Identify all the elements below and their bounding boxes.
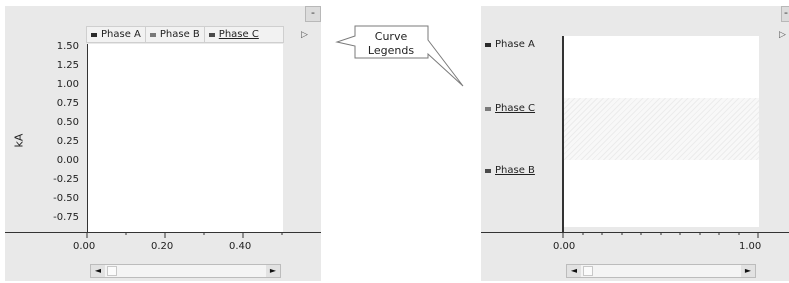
legend-item-phase-c[interactable]: Phase C — [205, 27, 263, 42]
scroll-thumb[interactable] — [583, 266, 593, 276]
legend-swatch-icon — [485, 43, 491, 47]
scroll-thumb[interactable] — [107, 266, 117, 276]
right-panel-topbar: - — [481, 6, 789, 22]
legend-swatch-icon — [149, 32, 156, 37]
y-axis-line — [87, 44, 88, 232]
legend-item-phase-b[interactable]: Phase B — [146, 27, 205, 42]
legend-swatch-icon — [485, 107, 491, 111]
scroll-right-icon[interactable]: ► — [266, 265, 280, 277]
y-tick-label: 0.50 — [56, 117, 79, 128]
curve-legend-column: Phase A Phase C Phase B — [481, 36, 561, 233]
y-tick-label: 1.00 — [56, 79, 79, 90]
callout-line: Curve — [374, 30, 408, 43]
plot-row-phase-c[interactable] — [563, 98, 759, 160]
right-chart-panel: - ▷ Phase A Phase C Phase B 0.00 1.00 ◄ … — [481, 6, 789, 281]
callout-line: Legends — [367, 44, 415, 57]
x-tick-label: 0.20 — [151, 241, 174, 252]
legend-swatch-icon — [485, 169, 491, 173]
legend-row-phase-c[interactable]: Phase C — [481, 103, 561, 114]
scroll-right-icon[interactable]: ► — [741, 265, 755, 277]
x-tick-label: 0.00 — [73, 241, 96, 252]
legend-label: Phase A — [101, 29, 141, 40]
expand-legend-icon[interactable]: ▷ — [301, 30, 308, 40]
legend-label: Phase C — [495, 103, 536, 114]
y-axis-line — [562, 36, 564, 233]
y-tick-label: 1.50 — [56, 41, 79, 52]
plot-row-phase-a[interactable] — [563, 36, 759, 98]
legend-label: Phase A — [495, 39, 535, 50]
x-tick-label: 0.00 — [553, 241, 576, 252]
y-tick-label: 1.25 — [56, 60, 79, 71]
expand-legend-icon[interactable]: ▷ — [779, 30, 786, 40]
scroll-left-icon[interactable]: ◄ — [567, 265, 581, 277]
legend-label: Phase C — [218, 29, 259, 40]
curve-legend: Phase A Phase B Phase C — [86, 26, 284, 43]
legend-swatch-icon — [208, 32, 215, 37]
legend-item-phase-a[interactable]: Phase A — [87, 27, 146, 42]
legend-swatch-icon — [91, 32, 97, 37]
minimize-button[interactable]: - — [305, 6, 321, 22]
x-tick-label: 0.40 — [229, 241, 252, 252]
y-tick-label: 0.25 — [56, 136, 79, 147]
y-axis-label: kA — [12, 133, 26, 148]
y-tick-label: 0.00 — [56, 155, 79, 166]
y-tick-label: 0.75 — [56, 98, 79, 109]
minimize-button[interactable]: - — [781, 6, 789, 22]
y-tick-label: -0.50 — [53, 193, 79, 204]
scroll-left-icon[interactable]: ◄ — [91, 265, 105, 277]
horizontal-scrollbar[interactable]: ◄ ► — [90, 264, 281, 278]
plot-row-phase-b[interactable] — [563, 160, 759, 227]
legend-row-phase-a[interactable]: Phase A — [481, 39, 561, 50]
callout-text: Curve Legends — [356, 30, 426, 58]
y-tick-label: -0.25 — [53, 174, 79, 185]
left-panel-topbar: - — [5, 6, 321, 22]
plot-area[interactable] — [87, 44, 283, 232]
legend-row-phase-b[interactable]: Phase B — [481, 165, 561, 176]
legend-label: Phase B — [495, 165, 535, 176]
y-tick-label: -0.75 — [53, 212, 79, 223]
horizontal-scrollbar[interactable]: ◄ ► — [566, 264, 756, 278]
legend-label: Phase B — [159, 29, 200, 40]
x-tick-label: 1.00 — [739, 241, 762, 252]
left-chart-panel: - Phase A Phase B Phase C ▷ kA 1.50 1.25… — [5, 6, 321, 281]
